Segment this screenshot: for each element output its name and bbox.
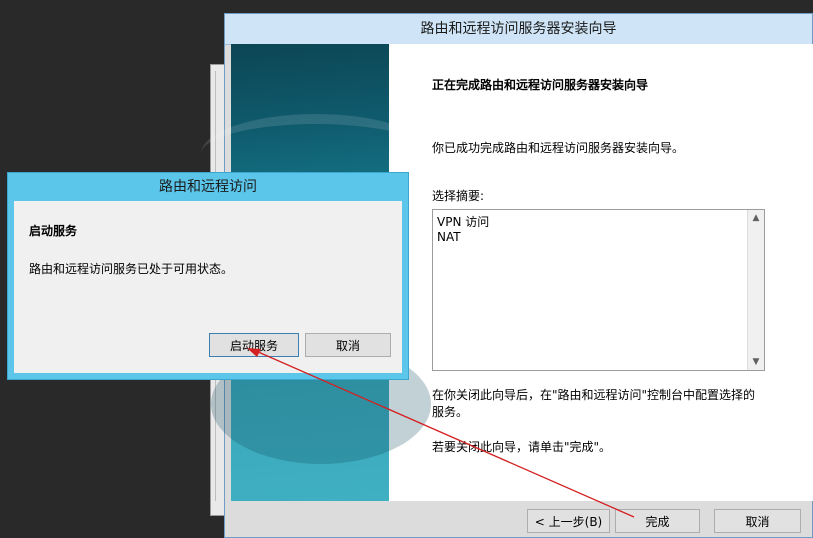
arrow-head-icon: [247, 348, 261, 357]
annotation-arrow: [247, 348, 635, 518]
arrow-line: [255, 350, 635, 518]
